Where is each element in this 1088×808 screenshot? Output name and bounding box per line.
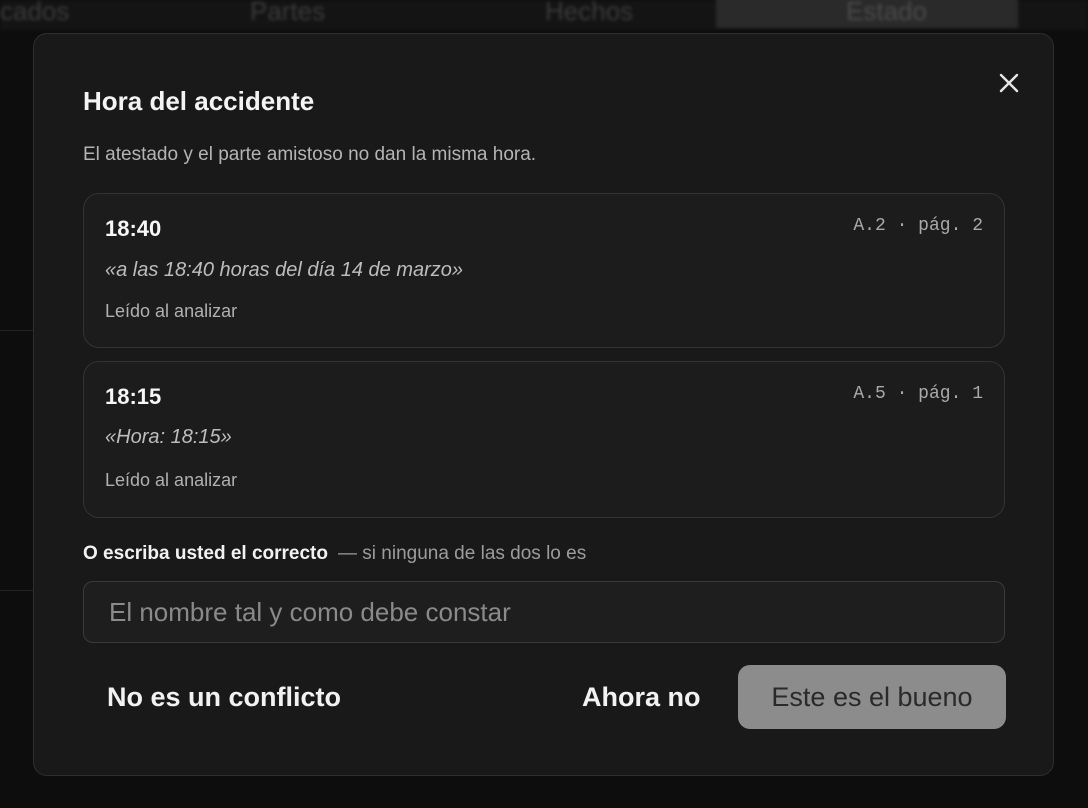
close-icon [999, 73, 1019, 93]
option-source-ref: A.5 · pág. 1 [853, 384, 983, 404]
option-source-ref: A.2 · pág. 2 [853, 216, 983, 236]
custom-value-label-text: O escriba usted el correcto [83, 543, 328, 564]
custom-value-label: O escriba usted el correcto — si ninguna … [83, 543, 586, 565]
confirm-button[interactable]: Este es el bueno [738, 665, 1006, 729]
custom-value-input[interactable] [83, 581, 1005, 643]
dialog-title: Hora del accidente [83, 86, 315, 116]
not-now-button[interactable]: Ahora no [582, 677, 701, 717]
option-time: 18:15 [105, 384, 162, 409]
time-option-card[interactable]: 18:40 A.2 · pág. 2 «a las 18:40 horas de… [83, 193, 1005, 348]
option-quote: «a las 18:40 horas del día 14 de marzo» [105, 259, 464, 281]
option-time: 18:40 [105, 216, 162, 241]
option-quote: «Hora: 18:15» [105, 426, 232, 448]
custom-value-hint: — si ninguna de las dos lo es [338, 543, 587, 564]
background-tab: Estado [716, 0, 1018, 28]
time-option-card[interactable]: 18:15 A.5 · pág. 1 «Hora: 18:15» Leído a… [83, 361, 1005, 518]
background-tab: Hechos [545, 0, 634, 26]
not-a-conflict-button[interactable]: No es un conflicto [107, 677, 341, 717]
background-tab: cados [0, 0, 70, 26]
option-note: Leído al analizar [105, 301, 238, 321]
option-note: Leído al analizar [105, 470, 238, 490]
close-button[interactable] [996, 70, 1022, 96]
dialog-subtitle: El atestado y el parte amistoso no dan l… [83, 144, 537, 165]
background-tab: Partes [250, 0, 326, 26]
time-conflict-dialog: Hora del accidente El atestado y el part… [33, 33, 1054, 776]
background-tab-bar: cados Partes Hechos Estado [0, 0, 1088, 30]
